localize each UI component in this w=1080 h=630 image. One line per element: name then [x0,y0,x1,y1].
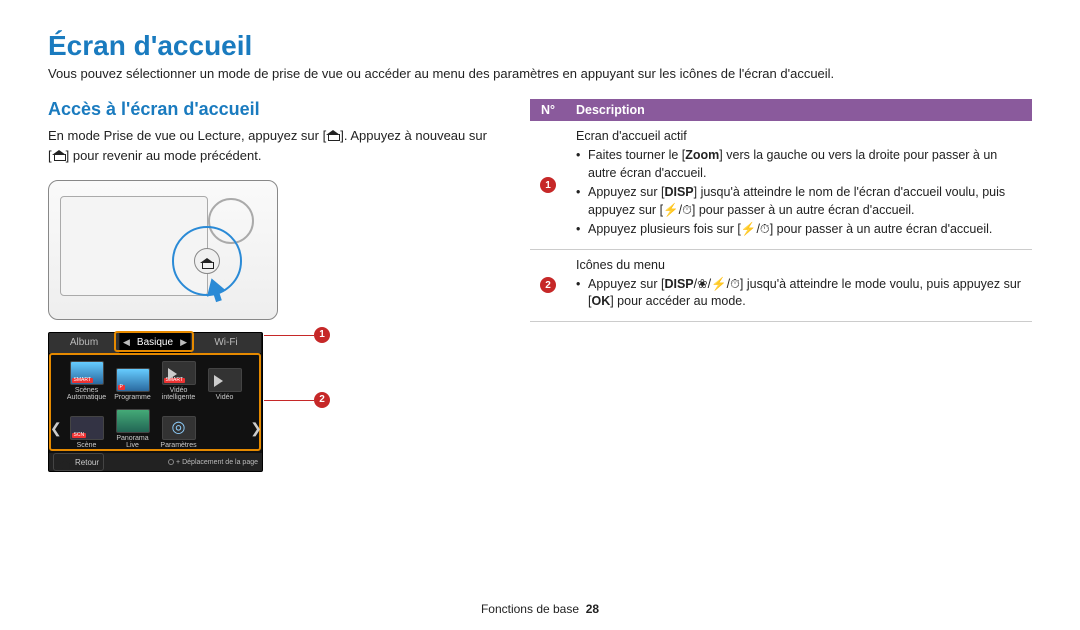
row1-title: Ecran d'accueil actif [576,129,687,143]
back-button[interactable]: Retour [53,453,104,471]
page-footer: Fonctions de base 28 [0,602,1080,616]
home-icon [60,459,70,469]
flash-icon: ⚡ [711,277,727,291]
callout-1-box [114,332,194,352]
table-header-number: N° [530,99,566,121]
home-screen-screenshot: Album ◀ Basique ▶ Wi-Fi SMARTScènes Auto… [48,332,288,472]
row2-bullet1: Appuyez sur [DISP/❀/⚡/⏱] jusqu'à atteind… [576,276,1022,311]
callout-number-1: 1 [314,327,330,343]
callout-number-2: 2 [314,392,330,408]
section-heading: Accès à l'écran d'accueil [48,99,488,120]
table-row: 1 Ecran d'accueil actif Faites tourner l… [530,121,1032,249]
access-instructions: En mode Prise de vue ou Lecture, appuyez… [48,126,488,166]
tab-album[interactable]: Album [49,333,120,353]
table-header-description: Description [566,99,1032,121]
callout-leader [264,335,314,336]
timer-icon: ⏱ [682,203,692,217]
row1-bullet1: Faites tourner le [Zoom] vers la gauche … [576,147,1022,182]
home-icon [326,128,340,142]
row1-bullet3: Appuyez plusieurs fois sur [⚡/⏱] pour pa… [576,221,1022,239]
callout-leader [264,400,314,401]
timer-icon: ⏱ [760,222,770,236]
home-button-icon [194,248,220,274]
camera-illustration [48,180,278,320]
home-icon [52,148,66,162]
callout-number-2: 2 [540,277,556,293]
macro-icon: ❀ [697,277,707,291]
intro-text: Vous pouvez sélectionner un mode de pris… [48,66,1032,81]
row1-bullet2: Appuyez sur [DISP] jusqu'à atteindre le … [576,184,1022,219]
flash-icon: ⚡ [741,222,757,236]
page-title: Écran d'accueil [48,30,1032,62]
description-table: N° Description 1 Ecran d'accueil actif F… [530,99,1032,322]
table-row: 2 Icônes du menu Appuyez sur [DISP/❀/⚡/⏱… [530,249,1032,321]
callout-number-1: 1 [540,177,556,193]
page-scroll-hint: + Déplacement de la page [168,459,258,466]
tab-wifi[interactable]: Wi-Fi [191,333,262,353]
timer-icon: ⏱ [730,277,740,291]
row2-title: Icônes du menu [576,258,665,272]
flash-icon: ⚡ [663,203,679,217]
